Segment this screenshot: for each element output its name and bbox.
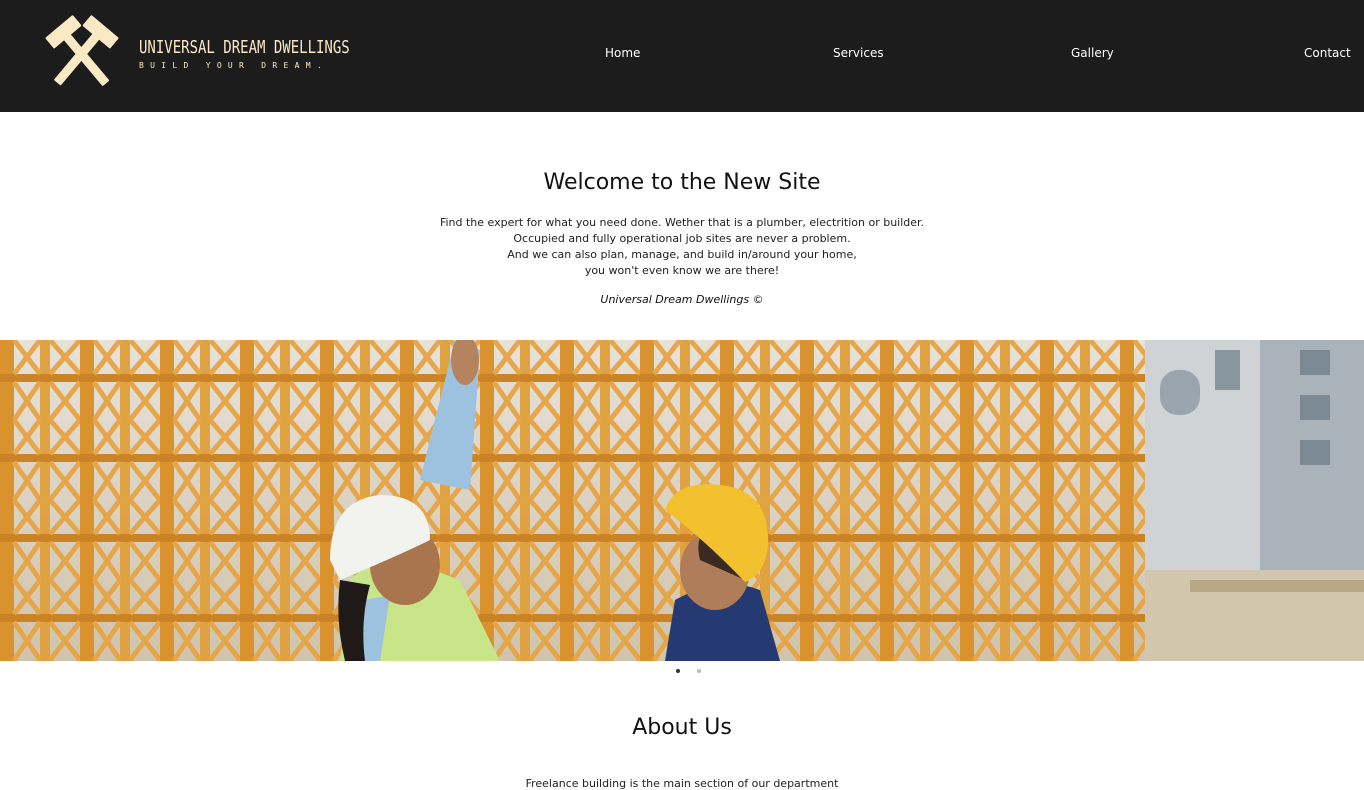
- hero-image: [0, 340, 1364, 661]
- welcome-line: Find the expert for what you need done. …: [439, 216, 925, 229]
- brand-name: UNIVERSAL DREAM DWELLINGS: [139, 38, 350, 58]
- welcome-signature: Universal Dream Dwellings ©: [600, 293, 764, 306]
- slide-indicators: [674, 669, 704, 675]
- nav-services[interactable]: Services: [833, 46, 884, 60]
- site-header: UNIVERSAL DREAM DWELLINGS BUILD YOUR DRE…: [0, 0, 1364, 112]
- nav-contact[interactable]: Contact: [1304, 46, 1351, 60]
- nav-home[interactable]: Home: [605, 46, 640, 60]
- welcome-title: Welcome to the New Site: [543, 170, 821, 195]
- welcome-line: Occupied and fully operational job sites…: [513, 232, 851, 245]
- slide-dot[interactable]: [697, 669, 701, 673]
- brand-text: UNIVERSAL DREAM DWELLINGS BUILD YOUR DRE…: [139, 38, 350, 70]
- crossed-hammers-icon: [45, 15, 119, 86]
- logo-link[interactable]: UNIVERSAL DREAM DWELLINGS BUILD YOUR DRE…: [36, 12, 350, 96]
- about-title: About Us: [632, 715, 732, 740]
- welcome-line: And we can also plan, manage, and build …: [507, 248, 857, 261]
- welcome-line: you won't even know we are there!: [584, 264, 780, 277]
- hero-slideshow[interactable]: [0, 340, 1364, 661]
- slide-dot-active[interactable]: [676, 669, 680, 673]
- welcome-text: Find the expert for what you need done. …: [0, 215, 1364, 279]
- nav-gallery[interactable]: Gallery: [1071, 46, 1114, 60]
- brand-tagline: BUILD YOUR DREAM.: [139, 61, 328, 70]
- about-text: Freelance building is the main section o…: [525, 777, 839, 790]
